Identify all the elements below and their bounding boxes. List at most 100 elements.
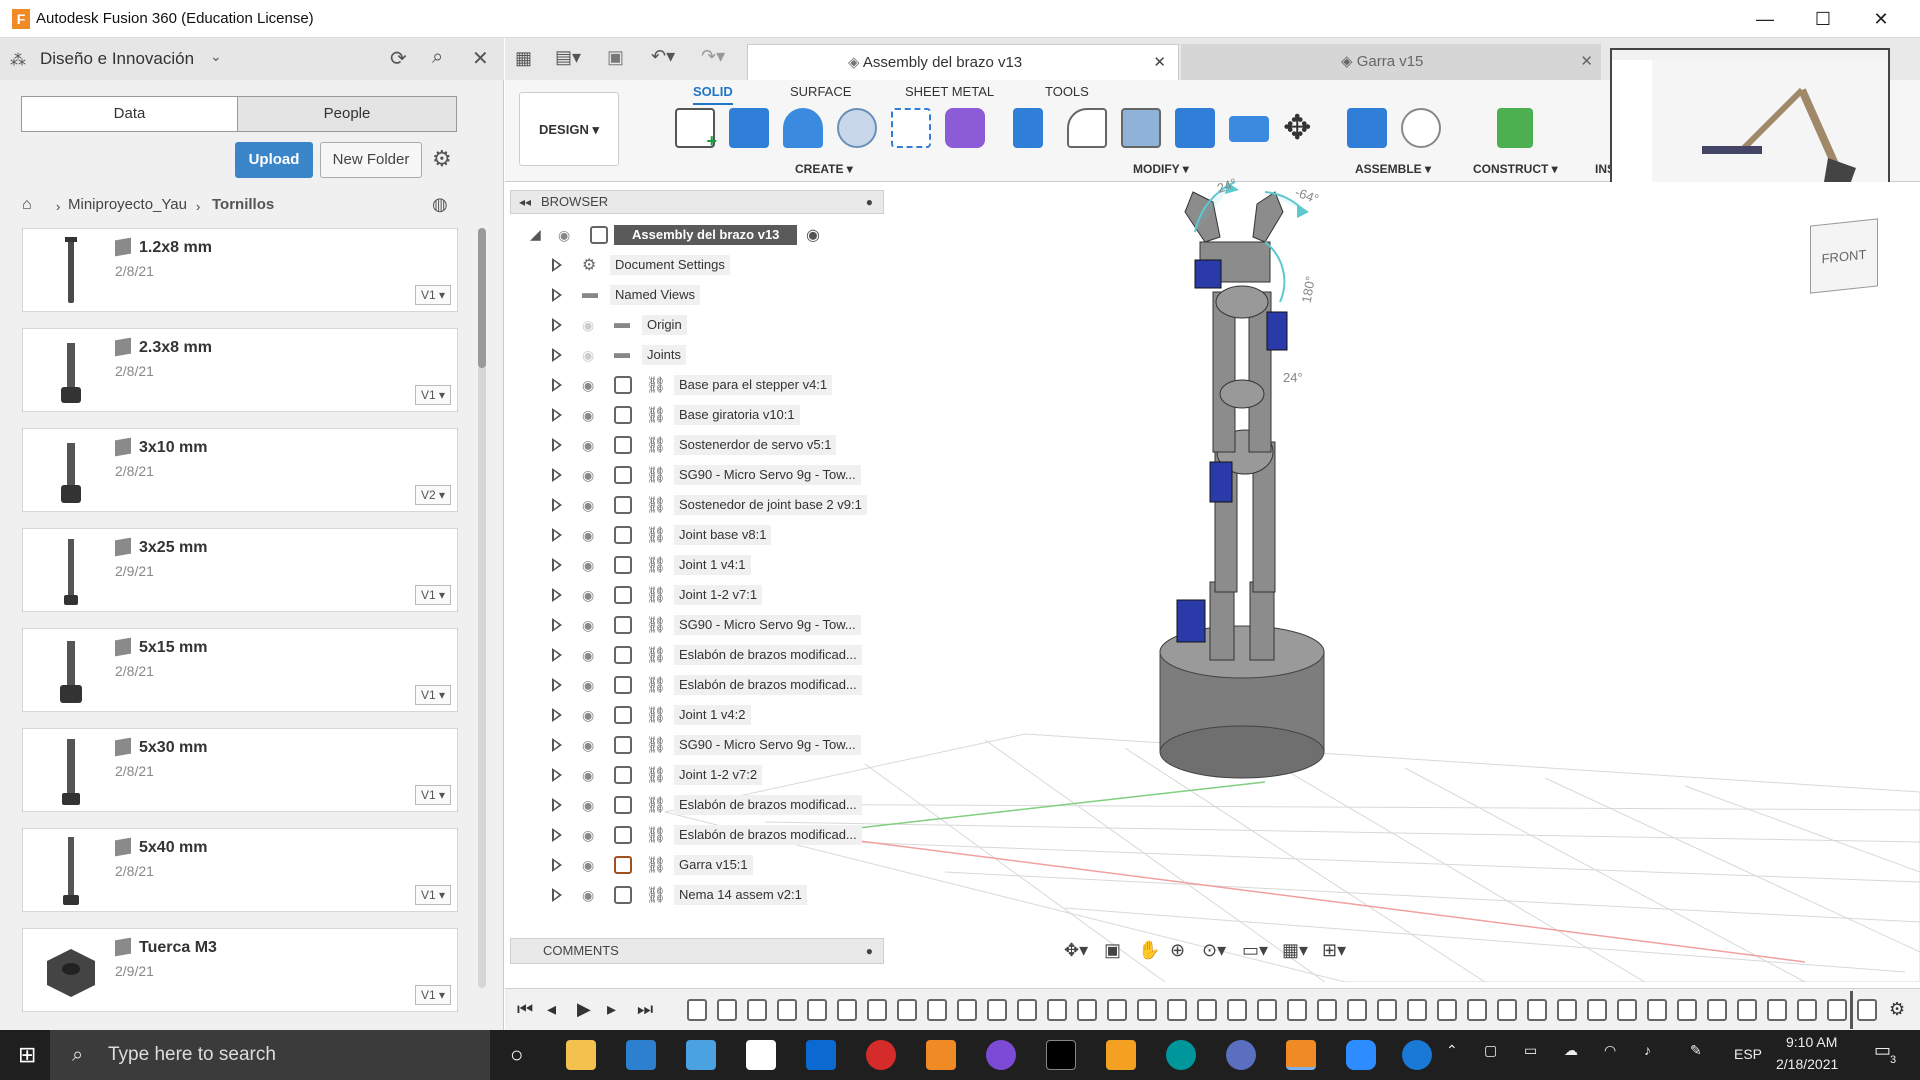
timeline-feature[interactable] [1257,999,1277,1021]
fillet-icon[interactable] [1067,108,1107,148]
browser-item[interactable]: ◉ ⛓ Joint 1 v4:1 [510,552,884,578]
arduino-icon[interactable] [1166,1040,1196,1070]
pen-icon[interactable]: ✎ [1690,1042,1702,1059]
look-at-icon[interactable]: ▣ [1104,940,1121,961]
tab-people[interactable]: People [237,96,457,132]
tab-garra[interactable]: ◈ Garra v15 ✕ [1181,44,1601,80]
maximize-button[interactable]: ☐ [1794,0,1852,38]
github-icon[interactable] [986,1040,1016,1070]
help-icon[interactable] [1402,1040,1432,1070]
timeline-feature[interactable] [1647,999,1667,1021]
timeline-feature[interactable] [1527,999,1547,1021]
timeline-feature[interactable] [1407,999,1427,1021]
file-card[interactable]: 3x10 mm 2/8/21 V2 ▾ [22,428,458,512]
wifi-icon[interactable]: ◠ [1604,1042,1616,1059]
tab-data[interactable]: Data [21,96,238,132]
inventor-icon[interactable] [1106,1040,1136,1070]
visibility-icon[interactable]: ◉ [582,827,594,844]
save-icon[interactable]: ▣ [607,47,624,68]
display-settings-icon[interactable]: ▭▾ [1242,940,1268,961]
visibility-icon[interactable]: ◉ [582,347,594,364]
visibility-icon[interactable]: ◉ [582,527,594,544]
timeline-feature[interactable] [1197,999,1217,1021]
grid-settings-icon[interactable]: ▦▾ [1282,940,1308,961]
upload-button[interactable]: Upload [235,142,313,178]
chevron-down-icon[interactable]: ⌄ [210,48,222,65]
atom-icon[interactable] [1226,1040,1256,1070]
timeline-settings-icon[interactable]: ⚙ [1889,999,1905,1020]
browser-item[interactable]: ◉ ⛓ Joint 1-2 v7:2 [510,762,884,788]
step-forward-icon[interactable]: ▸ [607,999,616,1020]
browser-item[interactable]: ◉ ⛓ Eslabón de brazos modificad... [510,822,884,848]
timeline-feature[interactable] [1077,999,1097,1021]
cloud-icon[interactable]: ☁ [1564,1042,1578,1059]
visibility-icon[interactable]: ◉ [582,707,594,724]
windows-start-icon[interactable]: ⊞ [18,1042,36,1068]
collapse-icon[interactable]: ◂◂ [519,191,531,213]
tab-tools[interactable]: TOOLS [1045,84,1089,99]
volume-icon[interactable]: ♪ [1644,1042,1651,1058]
search-icon[interactable]: ⌕ [432,46,443,69]
timeline-feature[interactable] [957,999,977,1021]
taskbar-search[interactable]: ⌕ Type here to search [50,1030,490,1080]
timeline-feature[interactable] [1557,999,1577,1021]
visibility-icon[interactable]: ◉ [582,617,594,634]
version-badge[interactable]: V1 ▾ [415,985,451,1005]
timeline-feature[interactable] [1677,999,1697,1021]
mail-icon[interactable] [806,1040,836,1070]
timeline-feature[interactable] [1167,999,1187,1021]
file-explorer-icon[interactable] [566,1040,596,1070]
terminal-icon[interactable] [1046,1040,1076,1070]
offset-plane-icon[interactable] [1497,108,1533,148]
browser-item[interactable]: ⚙ Document Settings [510,252,884,278]
go-to-end-icon[interactable]: ⏭ [637,999,653,1020]
visibility-icon[interactable]: ◉ [582,437,594,454]
redo-icon[interactable]: ↷▾ [701,46,725,67]
file-card[interactable]: 5x40 mm 2/8/21 V1 ▾ [22,828,458,912]
undo-icon[interactable]: ↶▾ [651,46,675,67]
visibility-icon[interactable]: ◉ [582,497,594,514]
fusion-taskbar-icon[interactable] [1286,1040,1316,1070]
timeline-feature[interactable] [1827,999,1847,1021]
notification-icon[interactable]: ▭ [1874,1040,1891,1061]
visibility-icon[interactable]: ◉ [582,647,594,664]
apps-grid-icon[interactable]: ▦ [515,48,532,69]
timeline-feature[interactable] [1107,999,1127,1021]
file-card[interactable]: 1.2x8 mm 2/8/21 V1 ▾ [22,228,458,312]
language-indicator[interactable]: ESP [1734,1046,1762,1062]
version-badge[interactable]: V1 ▾ [415,585,451,605]
pin-icon[interactable]: ● [866,191,873,213]
browser-item[interactable]: ◉ ⛓ Base giratoria v10:1 [510,402,884,428]
timeline-feature[interactable] [1347,999,1367,1021]
timeline-feature[interactable] [987,999,1007,1021]
breadcrumb-folder[interactable]: Tornillos [212,196,274,213]
close-button[interactable]: ✕ [1852,0,1910,38]
orbit-icon[interactable]: ✥▾ [1064,940,1088,961]
activate-radio-icon[interactable]: ◉ [806,225,820,245]
close-tab-icon[interactable]: ✕ [1153,45,1166,81]
timeline-feature[interactable] [687,999,707,1021]
clock-date[interactable]: 2/18/2021 [1776,1056,1838,1072]
timeline-feature[interactable] [1287,999,1307,1021]
tray-chevron-icon[interactable]: ⌃ [1446,1042,1458,1059]
file-card[interactable]: 5x30 mm 2/8/21 V1 ▾ [22,728,458,812]
timeline-feature[interactable] [747,999,767,1021]
browser-item[interactable]: ◉ ⛓ Eslabón de brazos modificad... [510,642,884,668]
expand-icon[interactable]: ◢ [530,226,541,243]
browser-item[interactable]: ◉ ⛓ Sostenerdor de servo v5:1 [510,432,884,458]
browser-item[interactable]: ◉ ⛓ Sostenedor de joint base 2 v9:1 [510,492,884,518]
timeline-marker[interactable] [1850,991,1853,1029]
tab-solid[interactable]: SOLID [693,84,733,105]
timeline-feature[interactable] [927,999,947,1021]
browser-item[interactable]: ◉ ⛓ Joint 1 v4:2 [510,702,884,728]
combine-icon[interactable] [1229,116,1269,142]
create-form-icon[interactable] [945,108,985,148]
tab-surface[interactable]: SURFACE [790,84,851,99]
visibility-icon[interactable]: ◉ [558,227,570,244]
timeline-feature[interactable] [1617,999,1637,1021]
timeline-feature[interactable] [1797,999,1817,1021]
timeline-feature[interactable] [1467,999,1487,1021]
view-cube[interactable]: FRONT [1810,218,1878,294]
globe-icon[interactable]: ◍ [432,194,448,215]
go-to-start-icon[interactable]: ⏮ [517,999,533,1020]
